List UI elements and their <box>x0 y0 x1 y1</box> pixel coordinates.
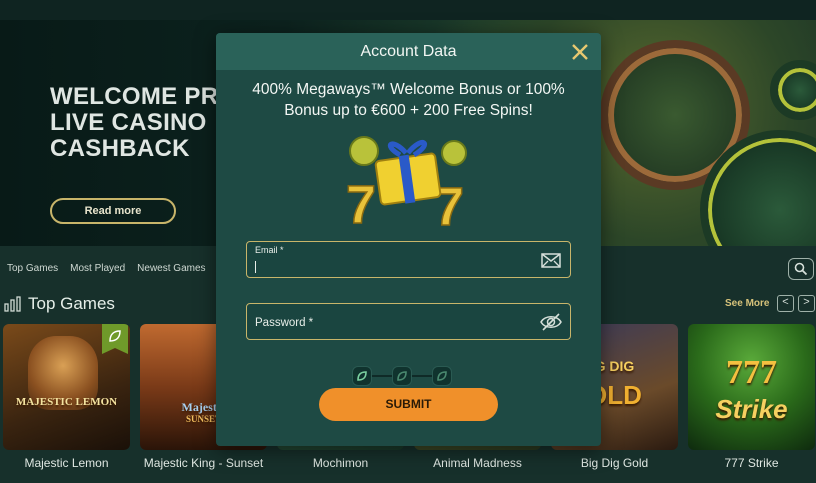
game-title: 777 Strike <box>724 456 779 470</box>
game-title: Mochimon <box>312 456 369 470</box>
tab-newest-games[interactable]: Newest Games <box>137 263 205 274</box>
game-category-nav: Top Games Most Played Newest Games F <box>7 263 224 274</box>
modal-header: Account Data <box>216 33 601 70</box>
leaf-icon <box>109 330 121 342</box>
submit-button[interactable]: SUBMIT <box>319 388 498 421</box>
step-indicator <box>432 366 452 386</box>
password-placeholder: Password * <box>255 317 314 329</box>
email-icon <box>541 253 561 268</box>
email-label: Email * <box>255 245 284 255</box>
read-more-button[interactable]: Read more <box>50 198 176 224</box>
step-connector <box>372 375 392 377</box>
game-tile-777-strike[interactable]: 777 Strike <box>688 324 815 450</box>
game-title: Majestic Lemon <box>24 456 109 470</box>
tab-most-played[interactable]: Most Played <box>70 263 125 274</box>
search-button[interactable] <box>788 258 814 280</box>
search-icon <box>794 262 808 276</box>
game-title: Animal Madness <box>433 456 522 470</box>
game-logo: MAJESTIC LEMON <box>15 396 118 408</box>
game-logo: 777 <box>726 354 777 391</box>
close-button[interactable] <box>569 40 591 62</box>
step-indicator-active <box>352 366 372 386</box>
tab-top-games[interactable]: Top Games <box>7 263 58 274</box>
game-logo-sub: Strike <box>715 394 788 424</box>
next-arrow-button[interactable]: > <box>798 295 815 312</box>
section-header: Top Games <box>4 294 115 314</box>
close-icon <box>572 44 588 60</box>
eye-off-icon[interactable] <box>540 312 562 332</box>
leaf-icon <box>397 371 407 381</box>
leaf-icon <box>437 371 447 381</box>
password-field[interactable]: Password * <box>246 303 571 340</box>
modal-title: Account Data <box>360 43 457 60</box>
game-title: Majestic King - Sunset <box>143 456 264 470</box>
progress-steps <box>352 366 452 386</box>
text-caret <box>255 261 256 273</box>
gift-icon: 7 7 <box>345 136 467 227</box>
prev-arrow-button[interactable]: < <box>777 295 794 312</box>
email-field[interactable]: Email * <box>246 241 571 278</box>
game-title: Big Dig Gold <box>580 456 649 470</box>
promo-text: 400% Megaways™ Welcome Bonus or 100% Bon… <box>216 79 601 121</box>
promo-line: 400% Megaways™ Welcome Bonus or 100% <box>252 81 565 98</box>
bar-chart-icon <box>4 296 21 312</box>
leaf-icon <box>357 371 367 381</box>
account-data-modal: Account Data 400% Megaways™ Welcome Bonu… <box>216 33 601 446</box>
svg-text:7: 7 <box>346 175 376 227</box>
step-indicator <box>392 366 412 386</box>
promo-line: Bonus up to €600 + 200 Free Spins! <box>284 102 533 119</box>
top-bar <box>0 0 816 20</box>
section-title: Top Games <box>28 294 115 313</box>
game-tile-majestic-lemon[interactable]: MAJESTIC LEMON <box>3 324 130 450</box>
see-more-link[interactable]: See More <box>725 298 769 309</box>
step-connector <box>412 375 432 377</box>
